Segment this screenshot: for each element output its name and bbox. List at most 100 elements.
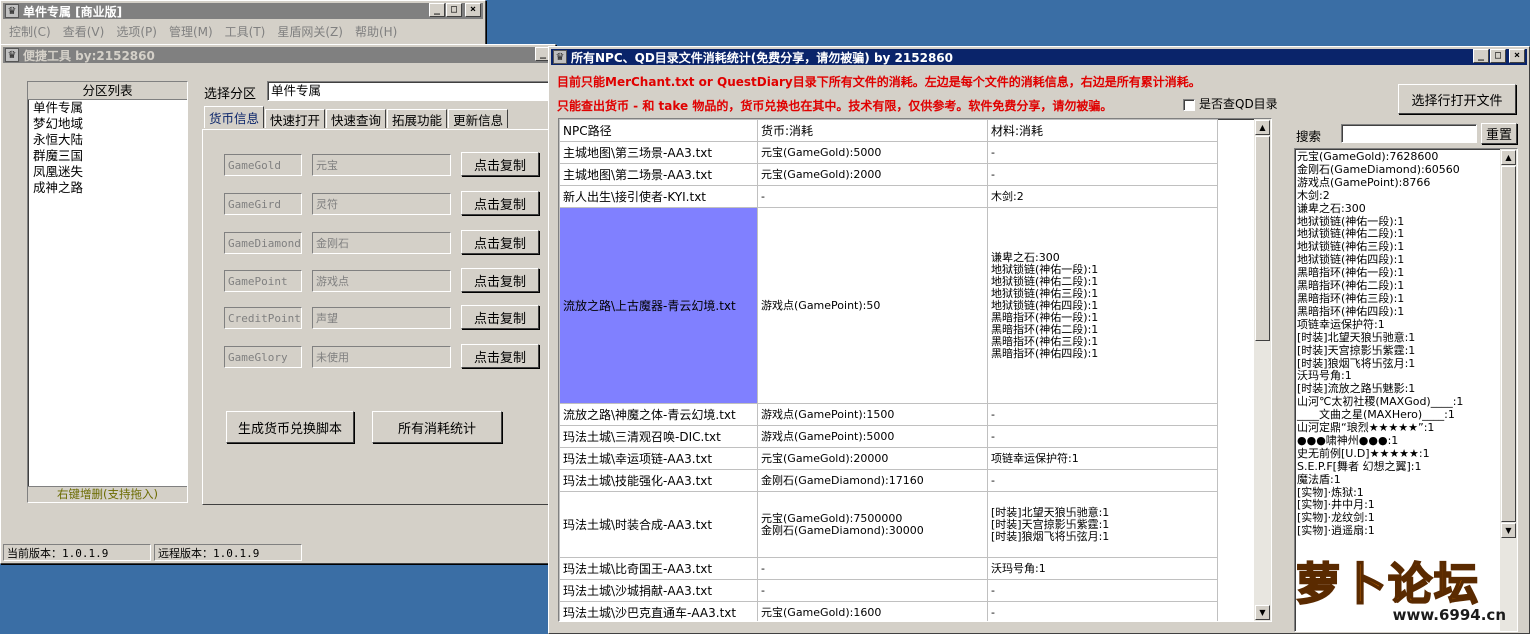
tab-quick-query[interactable]: 快速查询 — [326, 109, 387, 128]
cell-currency-cost[interactable]: 元宝(GameGold):7500000 金刚石(GameDiamond):300… — [757, 491, 988, 558]
table-row[interactable]: 新人出生\接引使者-KYI.txt - 木剑:2 — [559, 185, 1218, 208]
cell-npc-path[interactable]: 主城地图\第二场景-AA3.txt — [559, 163, 758, 186]
scroll-down-icon[interactable]: ▼ — [1255, 605, 1270, 620]
cell-material-cost[interactable]: - — [987, 403, 1218, 426]
summary-item[interactable]: 黑暗指环(神佑四段):1 — [1295, 305, 1500, 319]
cell-material-cost[interactable]: - — [987, 579, 1218, 602]
tab-extensions[interactable]: 拓展功能 — [387, 109, 448, 128]
menu-gateway[interactable]: 星盾网关(Z) — [277, 23, 343, 40]
cell-currency-cost[interactable]: 游戏点(GamePoint):50 — [757, 207, 988, 404]
menu-tools[interactable]: 工具(T) — [225, 23, 266, 40]
qd-directory-checkbox[interactable]: 是否查QD目录 — [1183, 95, 1278, 112]
copy-button[interactable]: 点击复制 — [461, 191, 539, 215]
cell-material-cost[interactable]: - — [987, 141, 1218, 164]
summary-item[interactable]: 史无前例[U.D]★★★★★:1 — [1295, 447, 1500, 461]
cell-currency-cost[interactable]: 游戏点(GamePoint):1500 — [757, 403, 988, 426]
tab-update-info[interactable]: 更新信息 — [448, 109, 509, 128]
cell-currency-cost[interactable]: - — [757, 579, 988, 602]
cell-npc-path[interactable]: 玛法土城\技能强化-AA3.txt — [559, 469, 758, 492]
summary-item[interactable]: [时装]北望天狼卐驰意:1 — [1295, 331, 1500, 345]
currency-code-field[interactable]: GameDiamond — [224, 232, 302, 254]
summary-item[interactable]: 金刚石(GameDiamond):60560 — [1295, 163, 1500, 177]
cell-npc-path[interactable]: 主城地图\第三场景-AA3.txt — [559, 141, 758, 164]
cell-material-cost[interactable]: 谦卑之石:300 地狱锁链(神佑一段):1 地狱锁链(神佑二段):1 地狱锁链(神佑三… — [987, 207, 1218, 404]
maximize-icon[interactable]: □ — [446, 3, 462, 17]
minimize-icon[interactable]: _ — [429, 3, 445, 17]
currency-code-field[interactable]: GamePoint — [224, 270, 302, 292]
select-partition-input[interactable]: 单件专属 — [267, 81, 549, 101]
summary-item[interactable]: 游戏点(GamePoint):8766 — [1295, 176, 1500, 190]
cell-material-cost[interactable]: - — [987, 469, 1218, 492]
copy-button[interactable]: 点击复制 — [461, 152, 539, 176]
cell-npc-path[interactable]: 玛法土城\比奇国王-AA3.txt — [559, 557, 758, 580]
cell-material-cost[interactable]: [时装]北望天狼卐驰意:1 [时装]天宫掠影卐紫霆:1 [时装]狼烟飞将卐弦月:1 — [987, 491, 1218, 558]
summary-item[interactable]: [时装]天宫掠影卐紫霆:1 — [1295, 344, 1500, 358]
cell-npc-path[interactable]: 流放之路\上古魔器-青云幻境.txt — [559, 207, 758, 404]
summary-item[interactable]: 项链幸运保护符:1 — [1295, 318, 1500, 332]
scroll-thumb[interactable] — [1255, 136, 1270, 341]
table-row[interactable]: 玛法土城\三清观召唤-DIC.txt 游戏点(GamePoint):5000 - — [559, 425, 1218, 448]
partition-list[interactable]: 分区列表 单件专属 梦幻地域 永恒大陆 群魔三国 凤凰迷失 成神之路 右键增删(… — [27, 81, 188, 503]
scroll-down-icon[interactable]: ▼ — [1501, 523, 1516, 538]
cell-material-cost[interactable]: 木剑:2 — [987, 185, 1218, 208]
cell-currency-cost[interactable]: 游戏点(GamePoint):5000 — [757, 425, 988, 448]
cell-currency-cost[interactable]: 元宝(GameGold):20000 — [757, 447, 988, 470]
maximize-icon[interactable]: □ — [1490, 49, 1506, 63]
search-input[interactable] — [1341, 124, 1477, 143]
currency-code-field[interactable]: CreditPoint — [224, 307, 302, 329]
currency-name-field[interactable]: 声望 — [312, 307, 451, 329]
consumption-table[interactable]: NPC路径 货币:消耗 材料:消耗 主城地图\第三场景-AA3.txt 元宝(Ga… — [558, 118, 1272, 622]
currency-code-field[interactable]: GameGird — [224, 193, 302, 215]
cell-npc-path[interactable]: 玛法土城\沙城捐献-AA3.txt — [559, 579, 758, 602]
menu-view[interactable]: 查看(V) — [63, 23, 105, 40]
summary-item[interactable]: 黑暗指环(神佑三段):1 — [1295, 292, 1500, 306]
tool-window-titlebar[interactable]: ♛ 便捷工具 by:2152860 _ — [3, 47, 553, 63]
reset-button[interactable]: 重置 — [1481, 123, 1517, 144]
table-row[interactable]: 玛法土城\比奇国王-AA3.txt - 沃玛号角:1 — [559, 557, 1218, 580]
currency-name-field[interactable]: 灵符 — [312, 193, 451, 215]
close-icon[interactable]: × — [465, 3, 481, 17]
summary-item[interactable]: 山河定鼎“琅烈★★★★★”:1 — [1295, 421, 1500, 435]
close-icon[interactable]: × — [1509, 49, 1525, 63]
cell-material-cost[interactable]: 项链幸运保护符:1 — [987, 447, 1218, 470]
checkbox-icon[interactable] — [1183, 98, 1195, 111]
main-window-titlebar[interactable]: ♛ 单件专属 [商业版] _ □ × — [3, 3, 483, 19]
cell-npc-path[interactable]: 玛法土城\三清观召唤-DIC.txt — [559, 425, 758, 448]
summary-item[interactable]: 魔法盾:1 — [1295, 473, 1500, 487]
copy-button[interactable]: 点击复制 — [461, 230, 539, 254]
table-row[interactable]: 玛法土城\时装合成-AA3.txt 元宝(GameGold):7500000 金刚石… — [559, 491, 1218, 558]
partition-item[interactable]: 梦幻地域 — [28, 116, 187, 132]
cell-npc-path[interactable]: 玛法土城\幸运项链-AA3.txt — [559, 447, 758, 470]
copy-button[interactable]: 点击复制 — [461, 268, 539, 292]
table-row[interactable]: 玛法土城\沙城捐献-AA3.txt - - — [559, 579, 1218, 602]
cell-material-cost[interactable]: - — [987, 425, 1218, 448]
summary-item[interactable]: 谦卑之石:300 — [1295, 202, 1500, 216]
table-row[interactable]: 主城地图\第三场景-AA3.txt 元宝(GameGold):5000 - — [559, 141, 1218, 164]
currency-name-field[interactable]: 游戏点 — [312, 270, 451, 292]
partition-item[interactable]: 成神之路 — [28, 180, 187, 196]
summary-item[interactable]: S.E.P.F[舞者 幻想之翼]:1 — [1295, 460, 1500, 474]
tab-quick-open[interactable]: 快速打开 — [265, 109, 326, 128]
cell-npc-path[interactable]: 玛法土城\沙巴克直通车-AA3.txt — [559, 601, 758, 621]
column-header-material-cost[interactable]: 材料:消耗 — [987, 119, 1218, 142]
menu-help[interactable]: 帮助(H) — [355, 23, 397, 40]
table-row[interactable]: 主城地图\第二场景-AA3.txt 元宝(GameGold):2000 - — [559, 163, 1218, 186]
column-header-currency-cost[interactable]: 货币:消耗 — [757, 119, 988, 142]
partition-item[interactable]: 群魔三国 — [28, 148, 187, 164]
cell-material-cost[interactable]: - — [987, 163, 1218, 186]
cell-currency-cost[interactable]: 金刚石(GameDiamond):17160 — [757, 469, 988, 492]
menu-control[interactable]: 控制(C) — [9, 23, 51, 40]
summary-item[interactable]: 木剑:2 — [1295, 189, 1500, 203]
column-header-npc-path[interactable]: NPC路径 — [559, 119, 758, 142]
all-stats-button[interactable]: 所有消耗统计 — [372, 411, 502, 443]
currency-name-field[interactable]: 金刚石 — [312, 232, 451, 254]
copy-button[interactable]: 点击复制 — [461, 344, 539, 368]
table-row[interactable]: 玛法土城\技能强化-AA3.txt 金刚石(GameDiamond):17160 - — [559, 469, 1218, 492]
currency-name-field[interactable]: 元宝 — [312, 154, 451, 176]
cell-currency-cost[interactable]: 元宝(GameGold):5000 — [757, 141, 988, 164]
partition-item[interactable]: 永恒大陆 — [28, 132, 187, 148]
cell-material-cost[interactable]: - — [987, 601, 1218, 621]
currency-code-field[interactable]: GameGold — [224, 154, 302, 176]
cell-currency-cost[interactable]: - — [757, 557, 988, 580]
table-row[interactable]: 玛法土城\幸运项链-AA3.txt 元宝(GameGold):20000 项链幸运保… — [559, 447, 1218, 470]
